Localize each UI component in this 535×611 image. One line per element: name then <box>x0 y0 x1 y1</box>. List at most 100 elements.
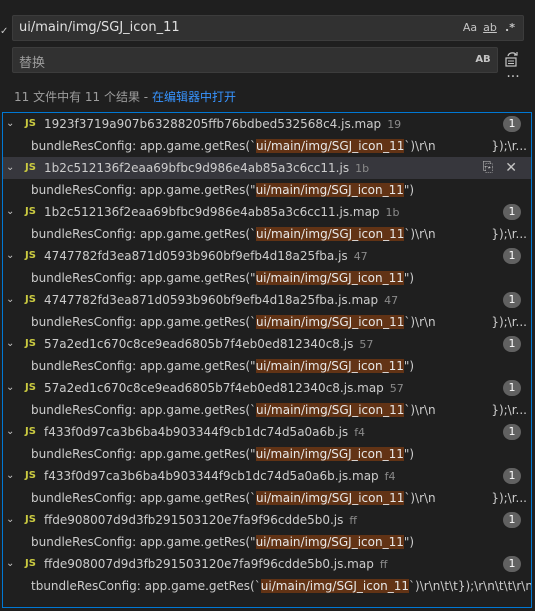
replace-input[interactable]: 替换 AB <box>12 47 498 73</box>
file-name: 1b2c512136f2eaa69bfbc9d986e4ab85a3c6cc11… <box>44 161 370 175</box>
more-options-icon[interactable]: ··· <box>503 70 523 86</box>
file-name: 4747782fd3ea871d0593b960bf9efb4d18a25fba… <box>44 249 368 263</box>
match-suffix: ") <box>403 359 415 373</box>
match-row[interactable]: bundleResConfig: app.game.getRes(`ui/mai… <box>3 487 531 509</box>
js-file-icon: JS <box>25 338 36 349</box>
chevron-down-icon[interactable]: ⌄ <box>6 421 18 443</box>
replace-in-file-icon[interactable]: ⎘ <box>483 157 493 179</box>
file-dir: 57 <box>389 382 404 395</box>
toggle-replace-chevron-icon[interactable]: ✓ <box>0 26 8 37</box>
match-text: bundleResConfig: app.game.getRes("ui/mai… <box>31 267 414 289</box>
file-name: ffde908007d9d3fb291503120e7fa9f96cdde5b0… <box>44 513 357 527</box>
js-file-icon: JS <box>25 382 36 393</box>
match-row[interactable]: bundleResConfig: app.game.getRes("ui/mai… <box>3 531 531 553</box>
match-highlight: ui/main/img/SGJ_icon_11 <box>260 579 410 593</box>
file-row[interactable]: ⌄ JS 57a2ed1c670c8ce9ead6805b7f4eb0ed81234… <box>3 333 531 355</box>
match-text: bundleResConfig: app.game.getRes("ui/mai… <box>31 443 414 465</box>
match-text: bundleResConfig: app.game.getRes(`ui/mai… <box>31 223 436 245</box>
whole-word-toggle[interactable]: ab <box>481 19 499 37</box>
match-row[interactable]: bundleResConfig: app.game.getRes(`ui/mai… <box>3 223 531 245</box>
match-suffix: ") <box>403 447 415 461</box>
file-dir: f4 <box>384 470 396 483</box>
match-count-badge: 1 <box>503 380 521 396</box>
match-row[interactable]: bundleResConfig: app.game.getRes(`ui/mai… <box>3 311 531 333</box>
match-highlight: ui/main/img/SGJ_icon_11 <box>255 183 404 197</box>
file-row[interactable]: ⌄ JS 1b2c512136f2eaa69bfbc9d986e4ab85a3c6c… <box>3 201 531 223</box>
file-dir: 47 <box>353 250 368 263</box>
match-row[interactable]: bundleResConfig: app.game.getRes("ui/mai… <box>3 179 531 201</box>
match-text: bundleResConfig: app.game.getRes(`ui/mai… <box>31 135 436 157</box>
preserve-case-toggle[interactable]: AB <box>473 51 493 69</box>
js-file-icon: JS <box>25 514 36 525</box>
file-dir: f4 <box>354 426 366 439</box>
match-text: tbundleResConfig: app.game.getRes(`ui/ma… <box>31 575 532 597</box>
match-suffix: `)\r\n\t\t});\r\n\t\t\r\n... <box>409 579 532 593</box>
match-row[interactable]: tbundleResConfig: app.game.getRes(`ui/ma… <box>3 575 531 597</box>
match-prefix: bundleResConfig: app.game.getRes(` <box>31 315 257 329</box>
js-file-icon: JS <box>25 162 36 173</box>
match-text: bundleResConfig: app.game.getRes("ui/mai… <box>31 531 414 553</box>
match-tail: });\r... <box>491 403 527 417</box>
match-suffix: ") <box>403 183 415 197</box>
chevron-down-icon[interactable]: ⌄ <box>6 245 18 267</box>
match-row[interactable]: bundleResConfig: app.game.getRes(`ui/mai… <box>3 399 531 421</box>
file-row[interactable]: ⌄ JS 1923f3719a907b63288205ffb76bdbed53256… <box>3 113 531 135</box>
match-row[interactable]: bundleResConfig: app.game.getRes(`ui/mai… <box>3 135 531 157</box>
search-input[interactable]: ui/main/img/SGJ_icon_11 Aa ab .* <box>12 15 524 41</box>
match-count-badge: 1 <box>503 248 521 264</box>
match-case-toggle[interactable]: Aa <box>461 19 479 37</box>
file-row[interactable]: ⌄ JS ffde908007d9d3fb291503120e7fa9f96cdde… <box>3 553 531 575</box>
chevron-down-icon[interactable]: ⌄ <box>6 553 18 575</box>
match-row[interactable]: bundleResConfig: app.game.getRes("ui/mai… <box>3 355 531 377</box>
file-name: 1b2c512136f2eaa69bfbc9d986e4ab85a3c6cc11… <box>44 205 400 219</box>
match-count-badge: 1 <box>503 292 521 308</box>
match-suffix: `)\r\n <box>404 315 436 329</box>
match-suffix: `)\r\n <box>404 491 436 505</box>
file-row[interactable]: ⌄ JS 1b2c512136f2eaa69bfbc9d986e4ab85a3c6c… <box>3 157 531 179</box>
file-row[interactable]: ⌄ JS f433f0d97ca3b6ba4b903344f9cb1dc74d5a0… <box>3 421 531 443</box>
match-count-badge: 1 <box>503 468 521 484</box>
file-row[interactable]: ⌄ JS 57a2ed1c670c8ce9ead6805b7f4eb0ed81234… <box>3 377 531 399</box>
file-row[interactable]: ⌄ JS ffde908007d9d3fb291503120e7fa9f96cdde… <box>3 509 531 531</box>
close-icon[interactable]: ✕ <box>505 157 517 179</box>
match-tail: });\r... <box>491 139 527 153</box>
match-row[interactable]: bundleResConfig: app.game.getRes("ui/mai… <box>3 267 531 289</box>
file-row[interactable]: ⌄ JS 4747782fd3ea871d0593b960bf9efb4d18a25… <box>3 245 531 267</box>
chevron-down-icon[interactable]: ⌄ <box>6 465 18 487</box>
match-suffix: `)\r\n <box>404 139 436 153</box>
results-tree[interactable]: ⌄ JS 1923f3719a907b63288205ffb76bdbed53256… <box>2 112 532 608</box>
file-row[interactable]: ⌄ JS 4747782fd3ea871d0593b960bf9efb4d18a25… <box>3 289 531 311</box>
match-prefix: bundleResConfig: app.game.getRes(" <box>31 183 256 197</box>
match-highlight: ui/main/img/SGJ_icon_11 <box>256 403 405 417</box>
js-file-icon: JS <box>25 558 36 569</box>
chevron-down-icon[interactable]: ⌄ <box>6 157 18 179</box>
match-prefix: tbundleResConfig: app.game.getRes(` <box>31 579 261 593</box>
match-row[interactable]: bundleResConfig: app.game.getRes("ui/mai… <box>3 443 531 465</box>
chevron-down-icon[interactable]: ⌄ <box>6 333 18 355</box>
file-name: ffde908007d9d3fb291503120e7fa9f96cdde5b0… <box>44 557 388 571</box>
match-highlight: ui/main/img/SGJ_icon_11 <box>255 271 404 285</box>
file-dir: ff <box>379 558 388 571</box>
file-dir: 47 <box>384 294 399 307</box>
file-name: 1923f3719a907b63288205ffb76bdbed532568c4… <box>44 117 402 131</box>
chevron-down-icon[interactable]: ⌄ <box>6 509 18 531</box>
summary-text: 11 文件中有 11 个结果 - <box>14 90 152 104</box>
match-highlight: ui/main/img/SGJ_icon_11 <box>255 535 404 549</box>
chevron-down-icon[interactable]: ⌄ <box>6 289 18 311</box>
replace-all-icon[interactable] <box>503 50 523 70</box>
match-suffix: `)\r\n <box>404 227 436 241</box>
match-tail: });\r... <box>491 491 527 505</box>
regex-toggle[interactable]: .* <box>501 19 519 37</box>
file-row[interactable]: ⌄ JS f433f0d97ca3b6ba4b903344f9cb1dc74d5a0… <box>3 465 531 487</box>
replace-placeholder: 替换 <box>19 56 46 71</box>
file-name: 57a2ed1c670c8ce9ead6805b7f4eb0ed812340c8… <box>44 337 374 351</box>
match-suffix: ") <box>403 271 415 285</box>
chevron-down-icon[interactable]: ⌄ <box>6 113 18 135</box>
match-count-badge: 1 <box>503 204 521 220</box>
chevron-down-icon[interactable]: ⌄ <box>6 201 18 223</box>
js-file-icon: JS <box>25 426 36 437</box>
open-in-editor-link[interactable]: 在编辑器中打开 <box>152 90 236 104</box>
file-dir: 1b <box>385 206 400 219</box>
chevron-down-icon[interactable]: ⌄ <box>6 377 18 399</box>
match-prefix: bundleResConfig: app.game.getRes(" <box>31 359 256 373</box>
